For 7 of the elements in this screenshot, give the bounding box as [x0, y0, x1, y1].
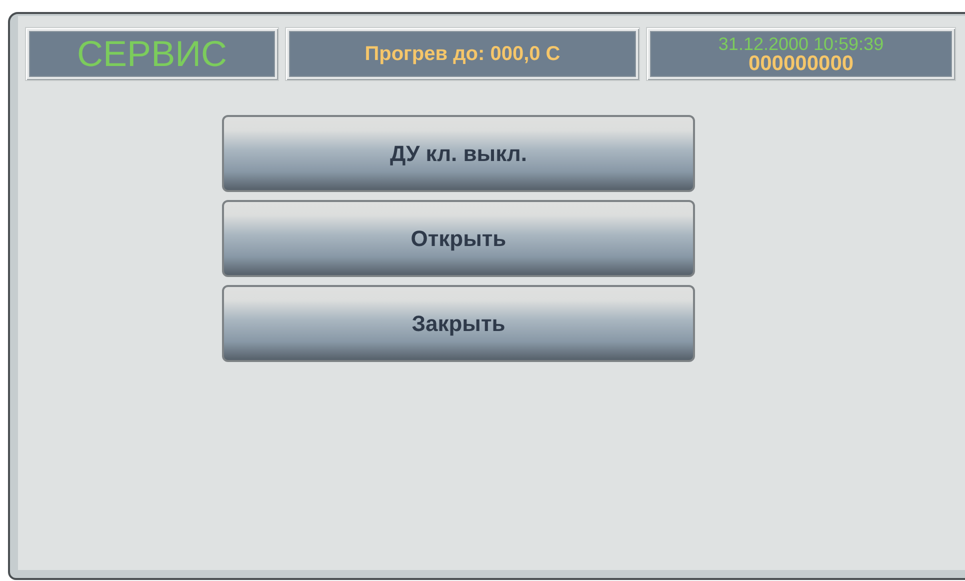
counter-text: 000000000: [748, 52, 854, 74]
warmup-text: Прогрев до: 000,0 С: [364, 44, 560, 64]
datetime-text: 31.12.2000 10:59:39: [718, 34, 884, 52]
action-button[interactable]: Закрыть: [222, 285, 695, 362]
action-button[interactable]: Открыть: [222, 200, 695, 277]
mode-title: СЕРВИС: [77, 36, 227, 72]
action-button[interactable]: ДУ кл. выкл.: [222, 115, 695, 192]
